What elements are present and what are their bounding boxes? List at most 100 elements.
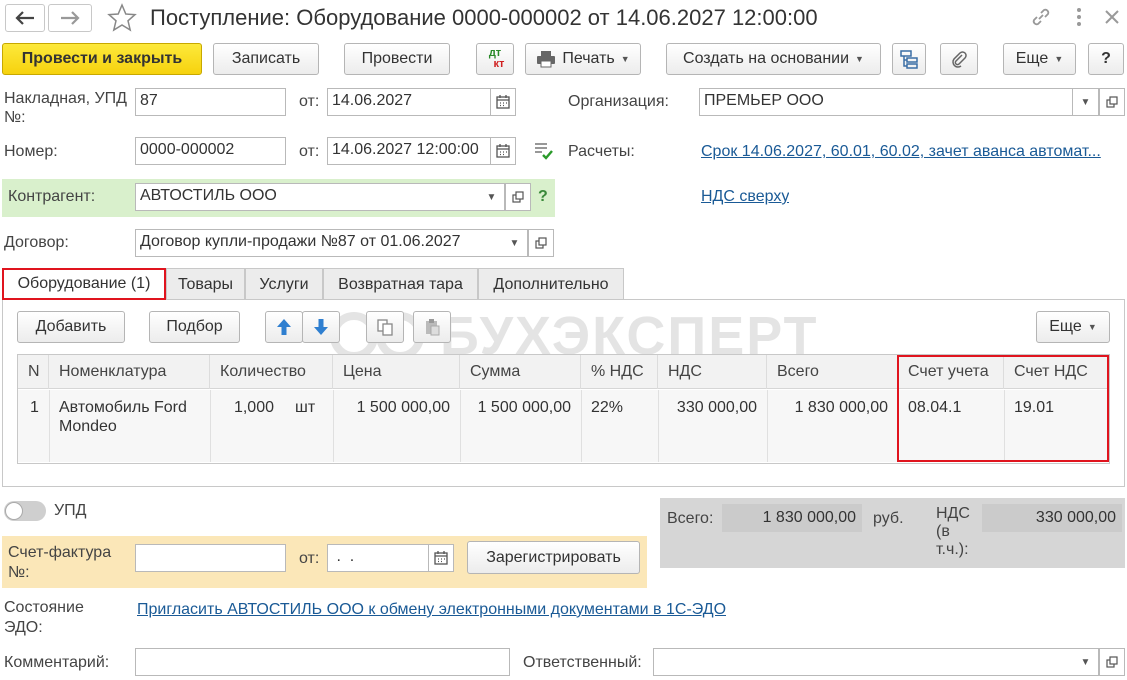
table-more-label: Еще: [1049, 318, 1082, 335]
tab-goods[interactable]: Товары: [166, 268, 245, 300]
register-button[interactable]: Зарегистрировать: [467, 541, 640, 574]
document-check-icon[interactable]: [532, 141, 554, 161]
open-window-icon: [1106, 96, 1118, 108]
organization-field[interactable]: ПРЕМЬЕР ООО: [699, 88, 1073, 116]
print-button[interactable]: Печать ▼: [525, 43, 641, 75]
responsible-dropdown[interactable]: ▼: [1073, 648, 1099, 676]
col-header-price[interactable]: Цена: [333, 355, 460, 389]
chevron-down-icon: ▼: [855, 54, 864, 64]
vat-total-label-line2: (в: [936, 523, 950, 540]
row-divider: [581, 390, 582, 462]
invoice-date-input[interactable]: . .: [327, 544, 429, 572]
open-window-icon: [512, 191, 524, 203]
invoice-from-label: от:: [299, 550, 320, 567]
kebab-menu-icon[interactable]: [1073, 6, 1085, 28]
invoice-number-field[interactable]: 87: [135, 88, 286, 116]
col-header-sum[interactable]: Сумма: [460, 355, 581, 389]
invoice-date-field[interactable]: 14.06.2027: [327, 88, 491, 116]
move-up-button[interactable]: [265, 311, 303, 343]
create-based-on-button[interactable]: Создать на основании ▼: [666, 43, 881, 75]
responsible-open-button[interactable]: [1099, 648, 1125, 676]
invoice-number-input[interactable]: [135, 544, 286, 572]
tab-returnable-packaging[interactable]: Возвратная тара: [323, 268, 478, 300]
cell-sum: 1 500 000,00: [477, 399, 571, 416]
row-divider: [49, 390, 50, 462]
cell-vat-rate: 22%: [591, 399, 624, 416]
contract-field[interactable]: Договор купли-продажи №87 от 01.06.2027: [135, 229, 503, 257]
cell-unit: шт: [295, 399, 316, 416]
edo-label-line2: ЭДО:: [4, 619, 43, 636]
post-button[interactable]: Провести: [344, 43, 450, 75]
move-down-button[interactable]: [302, 311, 340, 343]
vat-total-label-line1: НДС: [936, 505, 970, 522]
upd-toggle[interactable]: [4, 501, 46, 521]
number-date-label: от:: [299, 143, 320, 160]
settlements-link[interactable]: Срок 14.06.2027, 60.01, 60.02, зачет ава…: [701, 143, 1124, 161]
invoice-calendar-button[interactable]: [428, 544, 454, 572]
link-icon[interactable]: [1030, 6, 1052, 28]
back-button[interactable]: [5, 4, 45, 32]
tab-services[interactable]: Услуги: [245, 268, 323, 300]
post-and-close-button[interactable]: Провести и закрыть: [2, 43, 202, 75]
chevron-down-icon: ▼: [1087, 322, 1097, 332]
more-label: Еще: [1015, 50, 1049, 67]
forward-button[interactable]: [48, 4, 92, 32]
contract-dropdown[interactable]: ▼: [502, 229, 528, 257]
col-header-qty[interactable]: Количество: [210, 355, 333, 389]
col-header-n[interactable]: N: [18, 355, 49, 389]
col-header-vat-rate[interactable]: % НДС: [581, 355, 658, 389]
tab-additional[interactable]: Дополнительно: [478, 268, 624, 300]
save-button[interactable]: Записать: [213, 43, 319, 75]
invoice-label-line2: №:: [8, 564, 30, 581]
comment-input[interactable]: [135, 648, 510, 676]
add-row-button[interactable]: Добавить: [17, 311, 125, 343]
paste-button[interactable]: [413, 311, 451, 343]
copy-button[interactable]: [366, 311, 404, 343]
vat-on-top-link[interactable]: НДС сверху: [701, 188, 789, 206]
calendar-icon: [434, 551, 448, 565]
attach-button[interactable]: [940, 43, 978, 75]
structure-button[interactable]: [892, 43, 926, 75]
organization-label: Организация:: [568, 93, 669, 110]
col-header-item[interactable]: Номенклатура: [49, 355, 210, 389]
copy-icon: [377, 319, 393, 336]
arrow-left-icon: [15, 11, 34, 25]
organization-dropdown[interactable]: ▼: [1073, 88, 1099, 116]
total-value: 1 830 000,00: [722, 504, 862, 532]
chevron-down-icon: ▼: [509, 237, 520, 249]
print-label: Печать: [562, 50, 615, 67]
cell-vat: 330 000,00: [676, 399, 757, 416]
table-more-button[interactable]: Еще ▼: [1036, 311, 1110, 343]
contractor-open-button[interactable]: [505, 183, 531, 211]
favorite-star-icon[interactable]: [106, 2, 138, 34]
contract-open-button[interactable]: [528, 229, 554, 257]
number-field[interactable]: 0000-000002: [135, 137, 286, 165]
dt-kt-button[interactable]: дт кт: [476, 43, 514, 75]
col-header-total[interactable]: Всего: [767, 355, 898, 389]
question-icon[interactable]: ?: [538, 188, 548, 206]
number-date-calendar-button[interactable]: [490, 137, 516, 165]
col-header-vat[interactable]: НДС: [658, 355, 767, 389]
currency-label: руб.: [873, 510, 904, 527]
contractor-dropdown[interactable]: ▼: [479, 183, 505, 211]
invoice-number-label: Накладная, УПД №:: [4, 90, 127, 126]
tab-equipment[interactable]: Оборудование (1): [2, 268, 166, 300]
organization-open-button[interactable]: [1099, 88, 1125, 116]
more-button[interactable]: Еще ▼: [1003, 43, 1076, 75]
paste-icon: [426, 319, 440, 336]
chevron-down-icon: ▼: [1080, 656, 1091, 668]
responsible-label: Ответственный:: [523, 654, 642, 671]
select-button[interactable]: Подбор: [149, 311, 240, 343]
invoice-date-calendar-button[interactable]: [490, 88, 516, 116]
number-date-field[interactable]: 14.06.2027 12:00:00: [327, 137, 491, 165]
cell-price: 1 500 000,00: [356, 399, 450, 416]
edo-invite-link[interactable]: Пригласить АВТОСТИЛЬ ООО к обмену электр…: [137, 601, 726, 619]
responsible-input[interactable]: [653, 648, 1074, 676]
comment-label: Комментарий:: [4, 654, 110, 671]
create-based-on-label: Создать на основании: [683, 50, 850, 67]
help-button[interactable]: ?: [1088, 43, 1124, 75]
close-icon[interactable]: [1103, 8, 1121, 26]
vat-total-value: 330 000,00: [982, 504, 1122, 532]
contractor-field[interactable]: АВТОСТИЛЬ ООО: [135, 183, 480, 211]
arrow-right-icon: [61, 11, 80, 25]
